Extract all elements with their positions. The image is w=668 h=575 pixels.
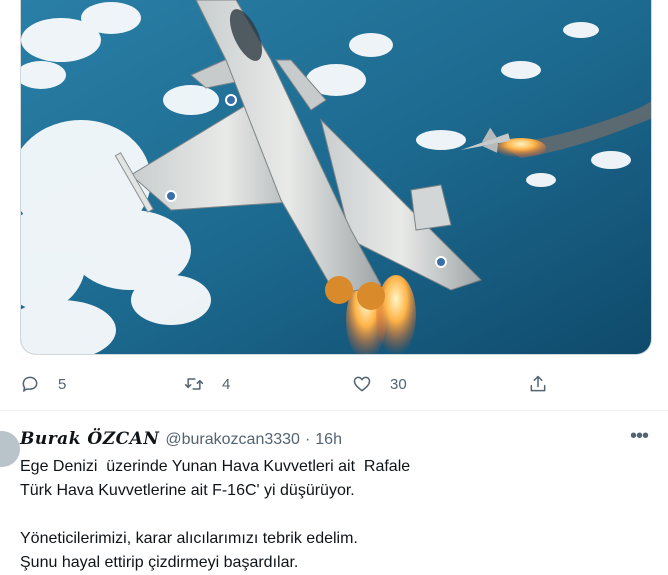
tweet-timestamp[interactable]: 16h bbox=[315, 431, 342, 449]
fighter-jet-illustration bbox=[21, 0, 651, 354]
reply-icon bbox=[22, 376, 38, 392]
tweet-text-line: Ege Denizi üzerinde Yunan Hava Kuvvetler… bbox=[20, 458, 411, 475]
reply-button[interactable]: 5 bbox=[20, 366, 66, 402]
like-button[interactable]: 30 bbox=[352, 366, 407, 402]
like-icon bbox=[353, 376, 371, 392]
tweet-item[interactable]: Burak ÖZCAN @burakozcan3330 · 16h ••• Eg… bbox=[0, 411, 668, 571]
share-icon bbox=[530, 375, 546, 392]
author-handle[interactable]: @burakozcan3330 bbox=[165, 431, 300, 449]
retweet-icon bbox=[184, 378, 204, 390]
tweet-text: Ege Denizi üzerinde Yunan Hava Kuvvetler… bbox=[20, 455, 640, 575]
reply-count: 5 bbox=[58, 375, 67, 393]
more-options-button[interactable]: ••• bbox=[624, 426, 654, 449]
tweet-header: Burak ÖZCAN @burakozcan3330 · 16h bbox=[20, 429, 342, 449]
tweet-text-line: Türk Hava Kuvvetlerine ait F-16C' yi düş… bbox=[20, 482, 355, 499]
retweet-button[interactable]: 4 bbox=[184, 366, 230, 402]
author-display-name[interactable]: Burak ÖZCAN bbox=[20, 429, 159, 449]
tweet-action-bar: 5 4 30 bbox=[20, 366, 652, 402]
tweet-media-image[interactable] bbox=[20, 0, 652, 355]
retweet-count: 4 bbox=[222, 375, 231, 393]
like-count: 30 bbox=[390, 375, 407, 393]
avatar[interactable] bbox=[0, 431, 20, 467]
tweet-text-line: Şunu hayal ettirip çizdirmeyi başardılar… bbox=[20, 554, 299, 571]
separator-dot: · bbox=[304, 431, 311, 448]
share-button[interactable] bbox=[528, 366, 566, 402]
tweet-text-line: Yöneticilerimizi, karar alıcılarımızı te… bbox=[20, 530, 358, 547]
